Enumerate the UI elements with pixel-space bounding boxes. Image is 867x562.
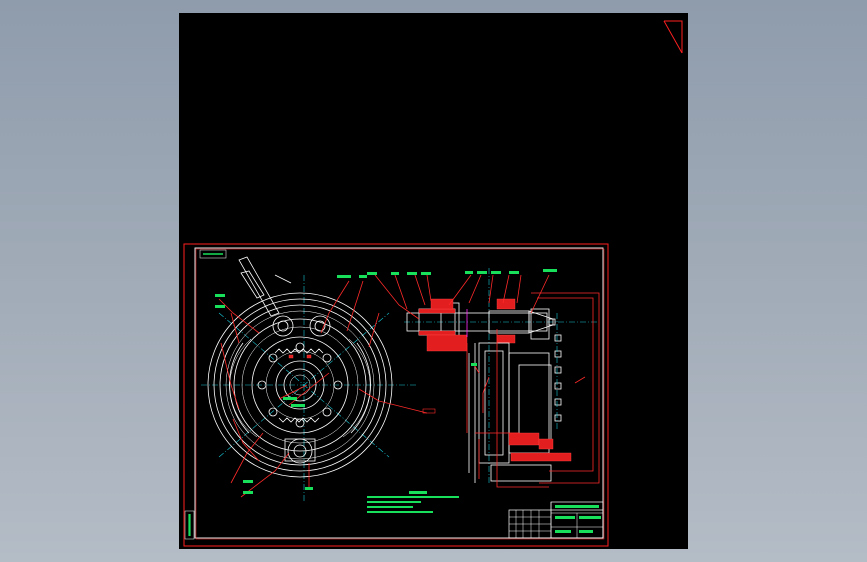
front-view-leaders: [218, 280, 428, 498]
section-view-leaders: [374, 274, 586, 413]
left-margin-label: [184, 510, 195, 540]
sheet-inner-border: [194, 247, 604, 539]
section-view: [404, 268, 600, 488]
technical-notes: [367, 491, 459, 513]
cad-drawing-canvas[interactable]: [179, 13, 688, 549]
title-block: [508, 501, 604, 539]
section-view-labels: [367, 269, 557, 366]
drawing-number-tag: [199, 249, 227, 259]
sheet-outer-border: [183, 243, 609, 547]
